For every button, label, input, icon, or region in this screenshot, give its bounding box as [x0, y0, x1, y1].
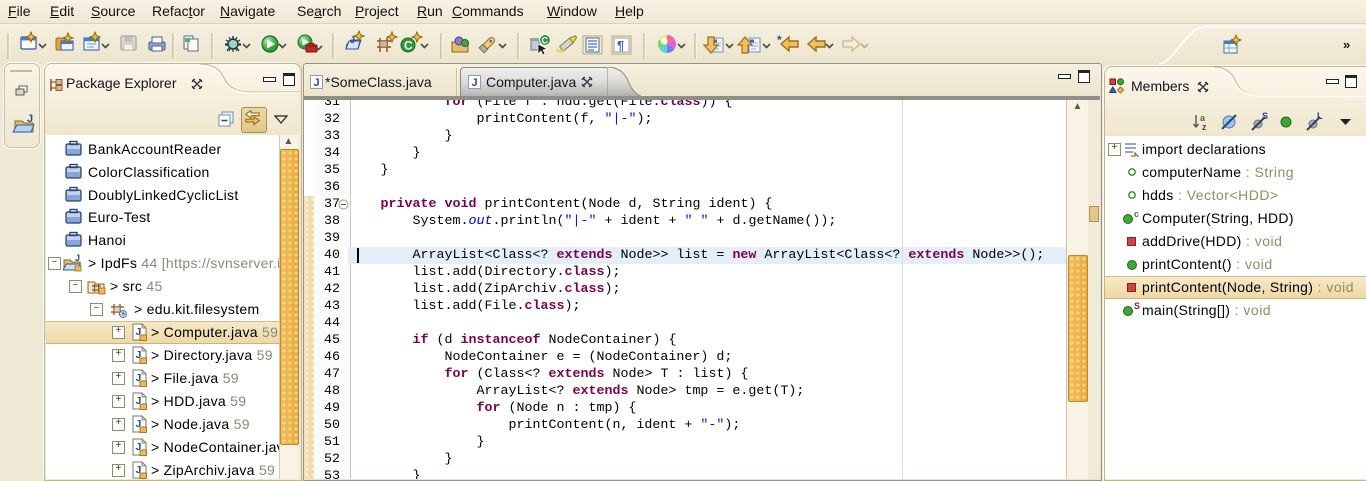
- svg-text:c: c: [1134, 210, 1139, 219]
- svg-text:z: z: [1202, 122, 1207, 132]
- svg-text:C: C: [542, 36, 549, 46]
- svg-text:C: C: [404, 39, 413, 53]
- svg-text:S: S: [1262, 111, 1268, 121]
- svg-text:¶: ¶: [617, 38, 624, 53]
- svg-text:J: J: [27, 113, 33, 125]
- svg-text:L: L: [1317, 111, 1323, 121]
- svg-text:J: J: [314, 77, 320, 89]
- svg-text:»: »: [1343, 37, 1350, 52]
- svg-text:J: J: [472, 77, 478, 89]
- svg-text:S: S: [1134, 302, 1140, 311]
